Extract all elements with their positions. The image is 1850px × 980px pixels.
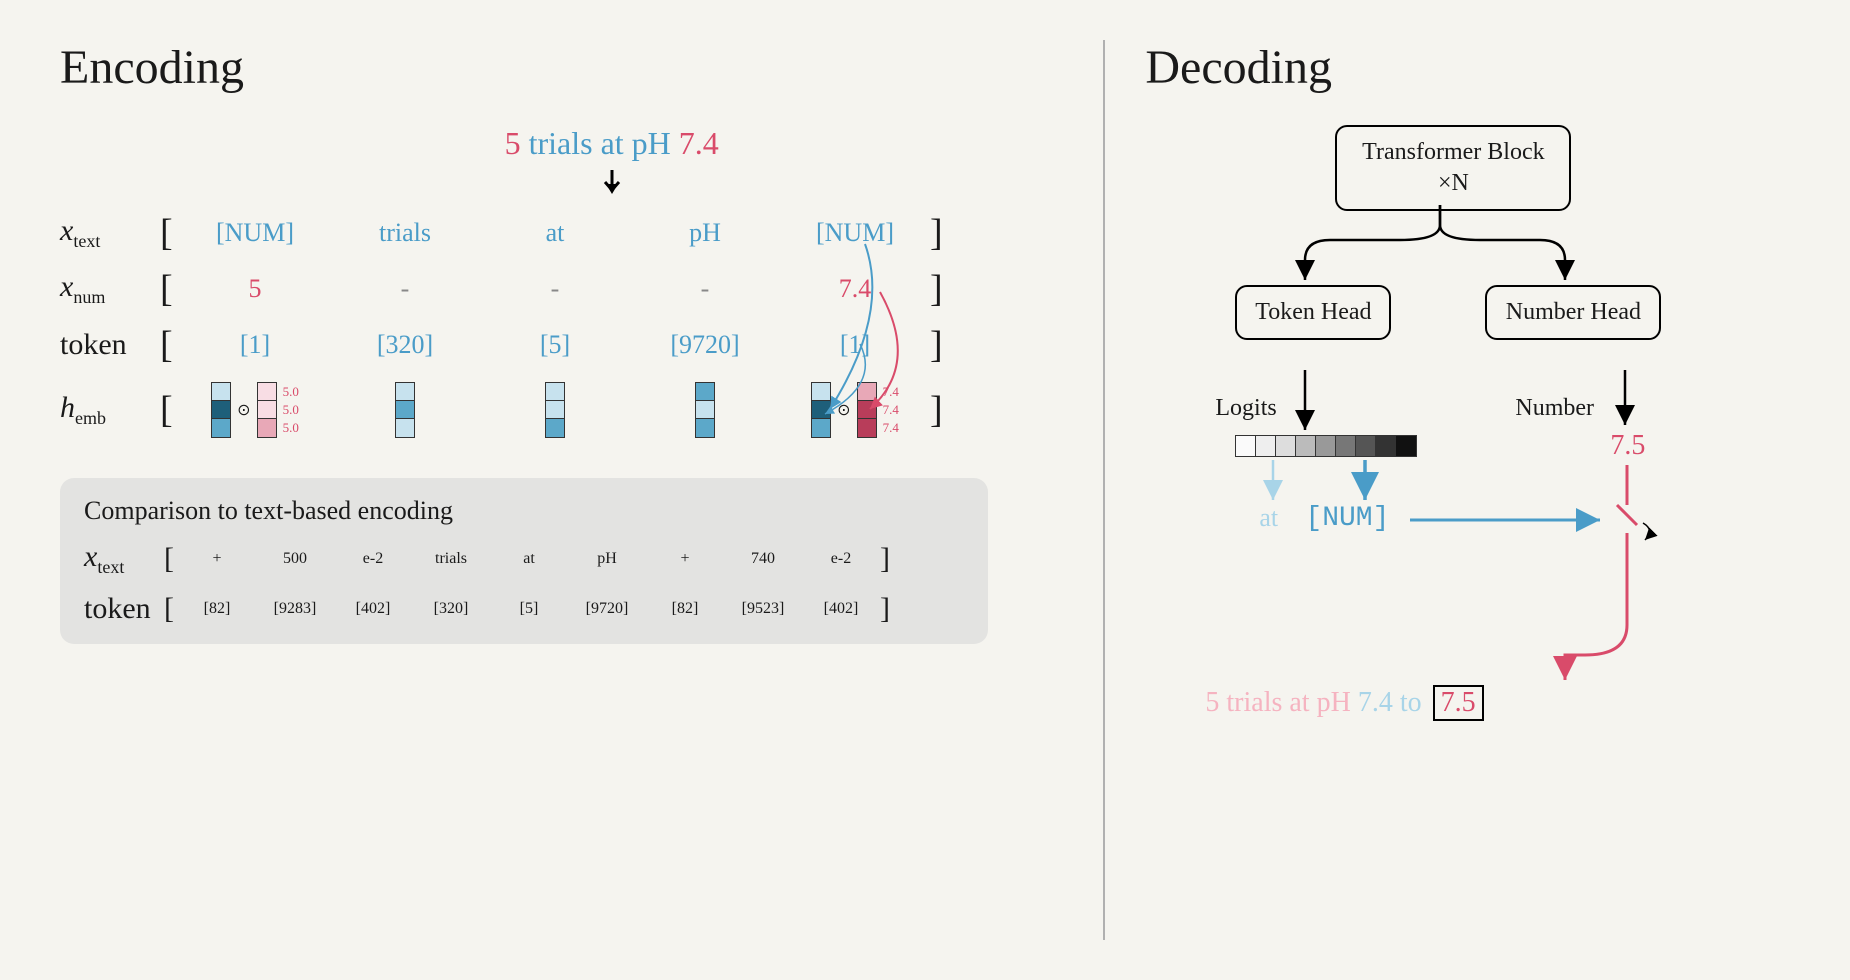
comp-xtext-cell: at: [490, 550, 568, 568]
odot-icon: ⊙: [237, 400, 250, 420]
comp-row-xtext: xtext: [84, 540, 164, 578]
comp-token-cell: [402]: [334, 600, 412, 618]
xnum-cell: 7.4: [780, 274, 930, 304]
comp-token-cell: [9523]: [724, 600, 802, 618]
number-label: Number: [1515, 395, 1594, 422]
number-head-box: Number Head: [1485, 285, 1661, 340]
bracket-open: [: [160, 270, 180, 308]
comparison-box: Comparison to text-based encoding xtext …: [60, 478, 988, 644]
comp-token-cell: [5]: [490, 600, 568, 618]
emb-cell: [330, 382, 480, 438]
row-label-token: token: [60, 328, 160, 362]
xtext-cell: [NUM]: [180, 218, 330, 248]
token-cell: [1]: [180, 330, 330, 360]
comp-xtext-cell: +: [178, 550, 256, 568]
comp-token-cell: [320]: [412, 600, 490, 618]
token-cell: [5]: [480, 330, 630, 360]
comparison-title: Comparison to text-based encoding: [84, 496, 964, 526]
comp-token-cell: [9283]: [256, 600, 334, 618]
xtext-cell: trials: [330, 218, 480, 248]
emb-cell: [630, 382, 780, 438]
comp-token-cell: [9720]: [568, 600, 646, 618]
xnum-cell: -: [630, 274, 780, 304]
bracket-open: [: [160, 391, 180, 429]
xtext-cell: [NUM]: [780, 218, 930, 248]
encoding-panel: Encoding 5 trials at pH 7.4 xtext [ [NUM…: [60, 40, 1103, 940]
row-label-xnum: xnum: [60, 270, 160, 308]
comp-xtext-cell: trials: [412, 550, 490, 568]
num-token-label: [NUM]: [1305, 503, 1389, 534]
odot-icon: ⊙: [837, 400, 850, 420]
comp-xtext-cell: 740: [724, 550, 802, 568]
arrow-down-icon: [160, 170, 1063, 204]
bracket-close: ]: [930, 326, 950, 364]
token-cell: [320]: [330, 330, 480, 360]
xtext-cell: pH: [630, 218, 780, 248]
comp-xtext-cell: e-2: [334, 550, 412, 568]
decoded-output: 5 trials at pH 7.4 to 7.5: [1205, 685, 1483, 721]
input-text-mid: trials at pH: [521, 125, 679, 161]
row-label-hemb: hemb: [60, 391, 160, 429]
emb-cell: [480, 382, 630, 438]
row-label-xtext: xtext: [60, 214, 160, 252]
decoding-diagram: Transformer Block ×N Token Head Number H…: [1145, 125, 1850, 895]
token-cell: [1]: [780, 330, 930, 360]
comp-xtext-cell: 500: [256, 550, 334, 568]
encoding-title: Encoding: [60, 40, 1063, 95]
comp-xtext-cell: +: [646, 550, 724, 568]
xnum-cell: 5: [180, 274, 330, 304]
bracket-open: [: [160, 214, 180, 252]
logits-label: Logits: [1215, 395, 1276, 422]
encoding-grid: xtext [ [NUM] trials at pH [NUM] ] xnum …: [60, 214, 1063, 438]
comp-xtext-cell: e-2: [802, 550, 880, 568]
comp-token-cell: [82]: [646, 600, 724, 618]
comp-xtext-cell: pH: [568, 550, 646, 568]
token-head-box: Token Head: [1235, 285, 1391, 340]
decoding-title: Decoding: [1145, 40, 1850, 95]
xnum-cell: -: [480, 274, 630, 304]
output-boxed-number: 7.5: [1433, 685, 1484, 721]
bracket-open: [: [160, 326, 180, 364]
bracket-close: ]: [930, 270, 950, 308]
input-num-2: 7.4: [679, 125, 719, 161]
bracket-close: ]: [930, 391, 950, 429]
xnum-cell: -: [330, 274, 480, 304]
at-token-label: at: [1259, 503, 1278, 533]
transformer-block-box: Transformer Block ×N: [1335, 125, 1571, 211]
xtext-cell: at: [480, 218, 630, 248]
input-phrase: 5 trials at pH 7.4: [160, 125, 1063, 162]
token-cell: [9720]: [630, 330, 780, 360]
comp-token-cell: [82]: [178, 600, 256, 618]
bracket-close: ]: [930, 214, 950, 252]
number-output: 7.5: [1610, 430, 1645, 462]
emb-cell: ⊙ 5.05.05.0: [180, 382, 330, 438]
logits-strip: [1235, 435, 1417, 457]
input-num-1: 5: [505, 125, 521, 161]
comp-row-token: token: [84, 592, 164, 626]
decoding-panel: Decoding Transformer Block ×N Token Head…: [1103, 40, 1850, 940]
emb-cell: ⊙ 7.47.47.4: [780, 382, 930, 438]
comp-token-cell: [402]: [802, 600, 880, 618]
